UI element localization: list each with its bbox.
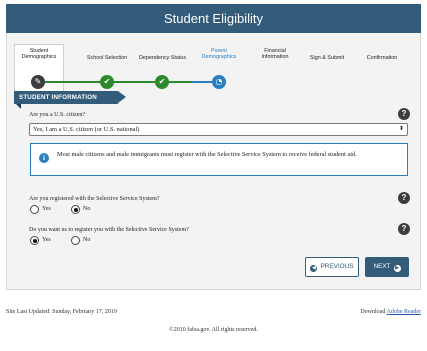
register-us-yes-radio[interactable] bbox=[30, 236, 39, 245]
next-label: NEXT bbox=[373, 263, 391, 270]
previous-label: PREVIOUS bbox=[320, 263, 354, 270]
citizenship-select[interactable]: Yes, I am a U.S. citizen (or U.S. nation… bbox=[29, 123, 408, 136]
step-label: Dependency Status bbox=[138, 54, 187, 61]
progress-line-complete bbox=[44, 81, 192, 83]
checkmark-icon: ✔ bbox=[155, 75, 169, 89]
radio-label: Yes bbox=[42, 206, 51, 212]
step-student-demographics[interactable]: Student Demographics bbox=[14, 46, 64, 62]
help-icon[interactable]: ? bbox=[398, 192, 410, 204]
registered-yes-radio[interactable] bbox=[30, 205, 39, 214]
next-button[interactable]: NEXT ▶ bbox=[365, 257, 409, 277]
download-reader: Download Adobe Reader bbox=[360, 309, 421, 315]
download-prefix: Download bbox=[360, 309, 386, 315]
arrow-left-icon: ◀ bbox=[310, 265, 318, 272]
register-us-question: Do you want us to register you with the … bbox=[29, 227, 189, 233]
help-icon[interactable]: ? bbox=[398, 223, 410, 235]
registered-question: Are you registered with the Selective Se… bbox=[29, 196, 160, 202]
notice-text: Most male citizens and male immigrants m… bbox=[57, 151, 357, 158]
step-label: Parent Demographics bbox=[201, 47, 237, 61]
radio-label: No bbox=[83, 206, 91, 212]
step-sign-submit[interactable]: Sign & Submit bbox=[303, 50, 351, 66]
section-title: STUDENT INFORMATION bbox=[19, 94, 97, 101]
last-updated: Site Last Updated: Sunday, February 17, … bbox=[6, 309, 117, 315]
checkmark-icon: ✔ bbox=[100, 75, 114, 89]
selective-service-notice: i Most male citizens and male immigrants… bbox=[30, 143, 408, 176]
step-label: Student Demographics bbox=[21, 47, 57, 61]
step-label: School Selection bbox=[86, 54, 128, 61]
step-confirmation[interactable]: Confirmation bbox=[356, 50, 408, 66]
step-dependency-status[interactable]: Dependency Status bbox=[135, 50, 190, 66]
step-parent-demographics[interactable]: Parent Demographics bbox=[194, 46, 244, 62]
help-icon[interactable]: ? bbox=[398, 108, 410, 120]
page-title: Student Eligibility bbox=[6, 4, 421, 33]
select-arrows-icon: ⬍ bbox=[398, 126, 404, 132]
step-label: Sign & Submit bbox=[309, 54, 345, 61]
arrow-right-icon: ▶ bbox=[393, 265, 401, 272]
pencil-icon: ✎ bbox=[31, 75, 45, 89]
info-icon: i bbox=[39, 153, 49, 163]
step-financial-information[interactable]: Financial Information bbox=[254, 46, 296, 62]
radio-label: Yes bbox=[42, 237, 51, 243]
adobe-reader-link[interactable]: Adobe Reader bbox=[387, 309, 422, 315]
citizenship-selected-value: Yes, I am a U.S. citizen (or U.S. nation… bbox=[33, 126, 140, 133]
copyright: ©2010 fafsa.gov. All rights reserved. bbox=[169, 327, 258, 333]
step-label: Confirmation bbox=[366, 54, 398, 61]
clock-icon: ◔ bbox=[212, 75, 226, 89]
register-us-no-radio[interactable] bbox=[71, 236, 80, 245]
registered-no-radio[interactable] bbox=[71, 205, 80, 214]
radio-label: No bbox=[83, 237, 91, 243]
section-header: STUDENT INFORMATION bbox=[14, 91, 126, 109]
previous-button[interactable]: ◀ PREVIOUS bbox=[305, 257, 359, 277]
citizenship-question: Are you a U.S. citizen? bbox=[29, 112, 85, 118]
step-label: Financial Information bbox=[261, 47, 289, 61]
step-school-selection[interactable]: School Selection bbox=[82, 50, 132, 66]
